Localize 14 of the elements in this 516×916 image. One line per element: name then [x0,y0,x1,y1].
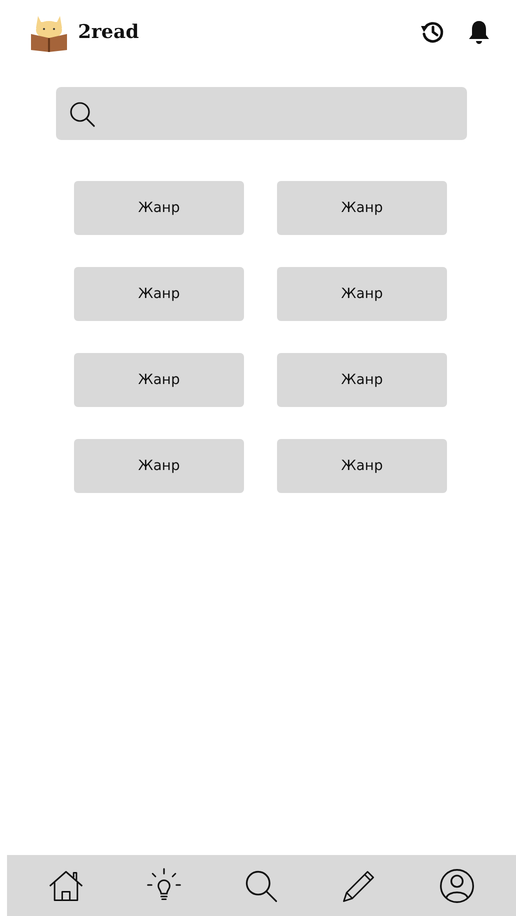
genre-button[interactable]: Жанр [277,353,447,407]
genre-button[interactable]: Жанр [74,267,244,321]
genre-button[interactable]: Жанр [74,353,244,407]
search-field[interactable] [56,87,467,140]
profile-icon[interactable] [438,866,476,904]
genre-button[interactable]: Жанр [74,181,244,235]
search-icon [68,100,96,128]
genre-button[interactable]: Жанр [74,439,244,493]
bell-icon[interactable] [466,19,492,45]
genre-button[interactable]: Жанр [277,439,447,493]
history-icon[interactable] [420,19,446,45]
genre-button[interactable]: Жанр [277,181,447,235]
genre-button[interactable]: Жанр [277,267,447,321]
app-title: 2read [78,21,139,43]
